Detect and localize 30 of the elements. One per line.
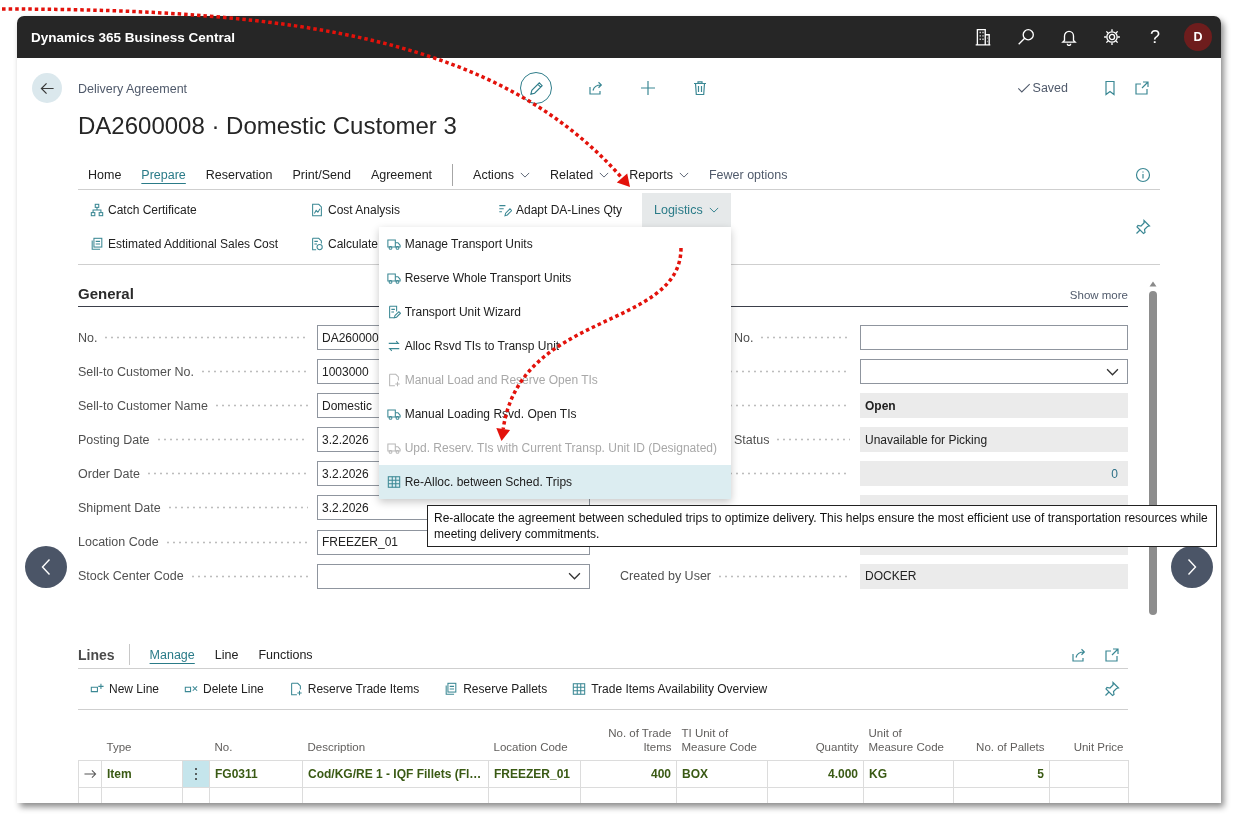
table-cell: 5	[953, 760, 1050, 788]
field-label: Order Date	[78, 466, 140, 481]
field-label: Location Code	[78, 535, 159, 550]
field-label: Created by User	[620, 569, 711, 584]
table-cell: 400	[580, 760, 677, 788]
tooltip: Re-allocate the agreement between scheduled trips to optimize delivery. This helps ensure the most efficient use of transportation resources while meeting delivery commitments.	[427, 505, 1217, 547]
save-status: Saved	[1032, 81, 1068, 95]
table-cell: FREEZER_01	[488, 760, 581, 788]
field-label: Shipment Date	[78, 500, 161, 515]
table-cell: Item	[101, 760, 183, 788]
read-only-field: Unavailable for Picking	[860, 427, 1128, 453]
field-label: Status	[734, 432, 770, 447]
read-only-field: Open	[860, 393, 1128, 419]
field-label: Sell-to Customer No.	[78, 364, 194, 379]
field-label: No.	[78, 330, 98, 345]
field-label: No.	[734, 330, 754, 345]
table-cell: Cod/KG/RE 1 - IQF Fillets (Fl…	[302, 760, 489, 788]
table-cell: KG	[863, 760, 954, 788]
table-cell: FG0311	[209, 760, 303, 788]
field-label: Sell-to Customer Name	[78, 398, 208, 413]
breadcrumb: Delivery Agreement	[78, 82, 188, 96]
field-label: Stock Center Code	[78, 569, 184, 584]
table-cell: 4.000	[767, 760, 864, 788]
app-name: Dynamics 365 Business Central	[31, 29, 236, 45]
read-only-field: DOCKER	[860, 563, 1128, 589]
section-title: General	[78, 285, 134, 303]
page-title: DA2600008 · Domestic Customer 3	[78, 111, 458, 141]
table-cell: BOX	[676, 760, 768, 788]
section-title: Lines	[78, 646, 115, 663]
field-label: Posting Date	[78, 432, 150, 447]
